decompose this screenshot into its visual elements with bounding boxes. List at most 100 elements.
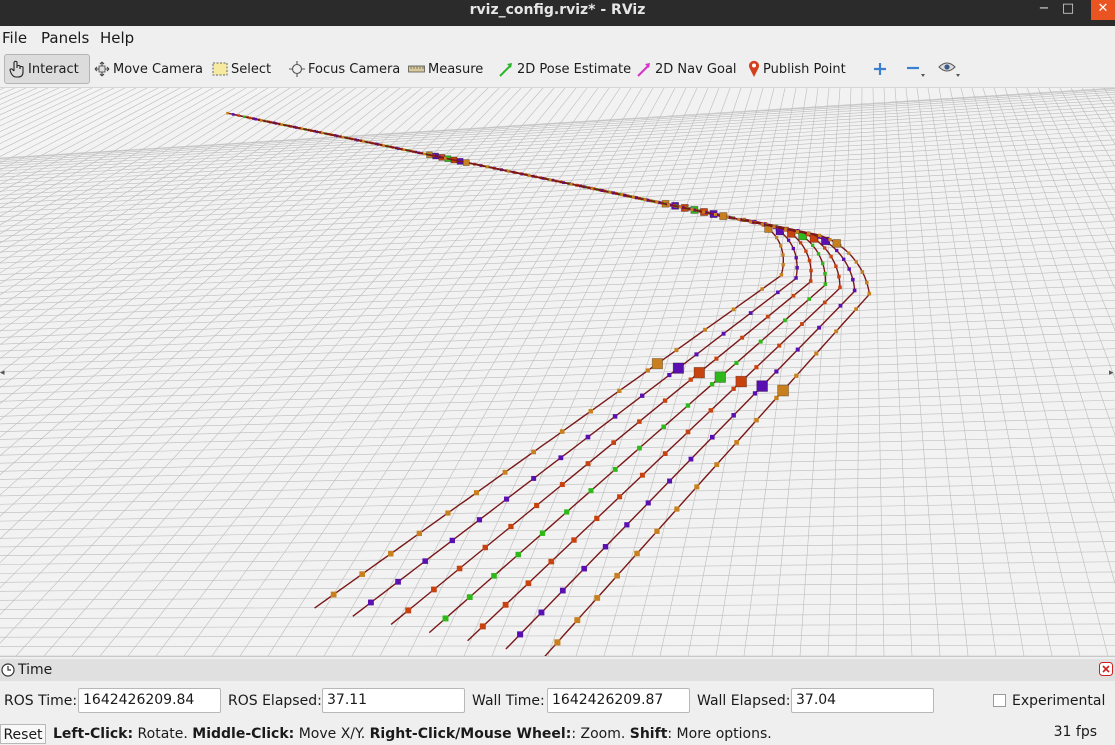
3d-viewport[interactable]: ◂ ▸ <box>0 88 1115 656</box>
path-waypoint <box>807 231 811 235</box>
pose-cube <box>462 159 470 167</box>
tool-select[interactable]: Select <box>212 54 271 84</box>
wall-time-field[interactable]: 1642426209.87 <box>547 688 690 713</box>
path-waypoint <box>787 238 791 242</box>
hint-shift-desc: : More options. <box>667 726 772 742</box>
path-waypoint <box>581 565 587 572</box>
tool-2d-nav-goal[interactable]: 2D Nav Goal <box>636 54 737 84</box>
path-waypoint <box>823 271 827 276</box>
path-waypoint <box>781 253 785 257</box>
tool-measure-label: Measure <box>428 61 484 77</box>
menu-file[interactable]: File <box>2 29 27 47</box>
path-waypoint <box>748 311 753 315</box>
statusbar: Reset Left-Click: Rotate. Middle-Click: … <box>0 724 1115 744</box>
path-waypoint <box>617 494 623 500</box>
path-waypoint <box>703 327 707 332</box>
right-panel-handle-icon[interactable]: ▸ <box>1109 368 1115 388</box>
path-waypoint <box>637 419 642 424</box>
path-waypoint <box>662 451 668 456</box>
pose-cube <box>651 358 663 370</box>
path-waypoint <box>588 408 593 414</box>
ros-elapsed-label: ROS Elapsed: <box>228 693 322 709</box>
tool-2d-pose-estimate[interactable]: 2D Pose Estimate <box>498 54 631 84</box>
wall-time-label: Wall Time: <box>472 693 545 709</box>
hint-right-click-desc: : Zoom. <box>571 726 630 742</box>
path-waypoint <box>382 144 385 147</box>
tool-measure[interactable]: Measure <box>408 54 483 84</box>
path-waypoint <box>822 300 827 305</box>
maximize-button[interactable]: □ <box>1057 0 1079 20</box>
path-waypoint <box>674 506 680 512</box>
minimize-button[interactable]: − <box>1033 0 1055 20</box>
path-waypoint <box>368 599 374 606</box>
menu-help[interactable]: Help <box>100 29 134 47</box>
path-waypoint <box>631 195 635 199</box>
ros-time-label: ROS Time: <box>4 693 78 709</box>
path-waypoint <box>637 445 642 451</box>
remove-tool-button[interactable] <box>905 54 930 84</box>
path-waypoint <box>614 572 620 579</box>
path-waypoint <box>814 351 819 356</box>
path-waypoint <box>678 205 682 209</box>
path-waypoint <box>643 198 647 202</box>
path-waypoint <box>559 429 565 434</box>
path-waypoint <box>823 246 827 250</box>
path-waypoint <box>237 114 241 117</box>
path-waypoint <box>667 478 673 484</box>
path-waypoint <box>506 169 510 173</box>
path-waypoint <box>688 377 693 382</box>
path-waypoint <box>674 348 679 353</box>
green-arrow-icon <box>499 63 512 77</box>
tool-visibility-button[interactable] <box>938 54 965 84</box>
menu-panels[interactable]: Panels <box>41 29 89 47</box>
ros-elapsed-field[interactable]: 37.11 <box>322 688 465 713</box>
mouse-hint-text: Left-Click: Rotate. Middle-Click: Move X… <box>53 726 772 742</box>
path-waypoint <box>708 408 714 413</box>
path-waypoint <box>820 261 825 266</box>
path-waypoint <box>554 639 561 646</box>
left-panel-handle-icon[interactable]: ◂ <box>0 368 6 388</box>
path-waypoint <box>702 210 706 214</box>
path-waypoint <box>795 230 800 234</box>
close-button[interactable]: ✕ <box>1091 0 1115 20</box>
path-waypoint <box>594 515 600 522</box>
tool-interact[interactable]: Interact <box>4 54 90 84</box>
tool-publish-point[interactable]: Publish Point <box>748 54 846 84</box>
wall-elapsed-field[interactable]: 37.04 <box>791 688 934 713</box>
tool-focus-camera[interactable]: Focus Camera <box>289 54 400 84</box>
path-waypoint <box>807 258 812 263</box>
close-panel-icon[interactable] <box>1099 662 1113 676</box>
path-waypoint <box>834 329 839 334</box>
path-waypoint <box>690 208 694 212</box>
path-waypoint <box>476 517 483 523</box>
hand-pointer-icon <box>9 60 24 78</box>
path-waypoint <box>800 322 804 326</box>
ros-time-field[interactable]: 1642426209.84 <box>78 688 221 713</box>
path-waypoint <box>823 282 828 286</box>
reset-button[interactable]: Reset <box>0 724 46 744</box>
add-tool-button[interactable] <box>872 54 891 84</box>
experimental-checkbox[interactable] <box>993 694 1006 707</box>
path-waypoint <box>639 472 645 478</box>
tool-move-camera[interactable]: Move Camera <box>94 54 203 84</box>
path-waypoint <box>828 237 832 242</box>
path-waypoint <box>685 429 691 435</box>
path-waypoint <box>662 398 668 403</box>
path-waypoint <box>485 165 489 169</box>
tool-2d-nav-goal-label: 2D Nav Goal <box>655 61 737 77</box>
pose-cube <box>735 375 747 388</box>
time-panel-header: Time <box>0 659 1115 681</box>
path-waypoint <box>402 148 406 152</box>
hint-left-click: Left-Click: <box>53 726 134 742</box>
path-waypoint <box>559 587 566 594</box>
path-waypoint <box>779 273 784 277</box>
path-waypoint <box>588 488 594 494</box>
path-waypoint <box>731 386 736 391</box>
path-waypoint <box>811 243 815 248</box>
path-waypoint <box>714 462 720 468</box>
path-waypoint <box>405 607 412 614</box>
path-waypoint <box>808 279 813 283</box>
path-waypoint <box>734 360 739 365</box>
path-waypoint <box>585 434 591 440</box>
path-waypoint <box>794 256 798 260</box>
